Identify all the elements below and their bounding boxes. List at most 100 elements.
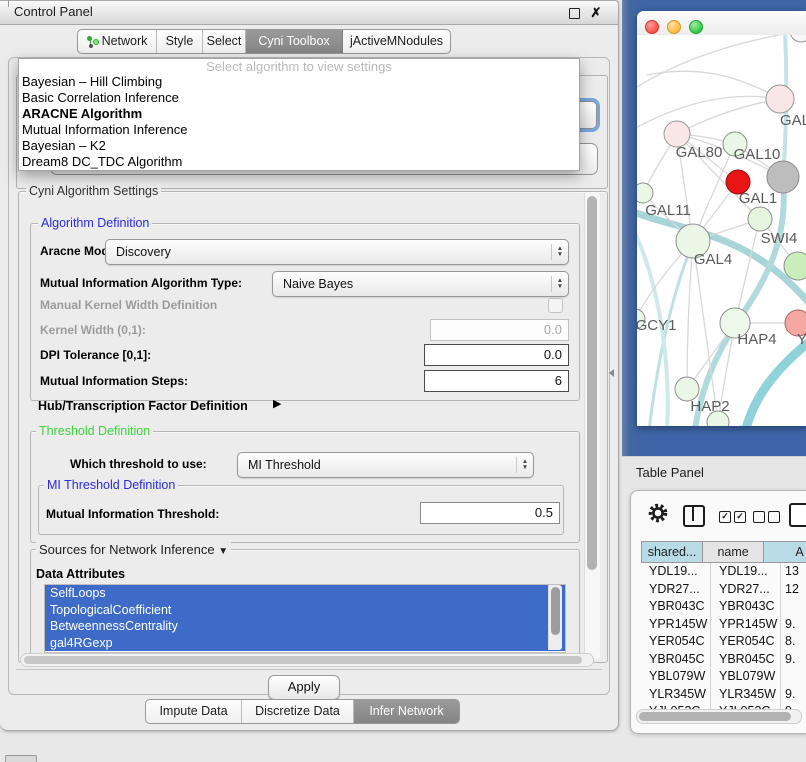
mi-algorithm-type-combo[interactable]: Naive Bayes ▲▼ [272, 271, 569, 297]
algorithm-dropdown-list: Select algorithm to view settings Bayesi… [18, 58, 580, 171]
settings-vertical-scrollbar[interactable] [584, 193, 600, 659]
float-panel-button[interactable] [566, 5, 582, 21]
dropdown-item-basic-correlation-inference[interactable]: Basic Correlation Inference [19, 90, 579, 106]
deselect-all-columns-icon[interactable] [753, 508, 783, 524]
tab-cyni-toolbox[interactable]: Cyni Toolbox [246, 30, 343, 53]
table-scrollbar-thumb[interactable] [639, 712, 791, 721]
network-edge[interactable] [687, 241, 693, 389]
table-cell: 8. [781, 633, 806, 651]
manual-kernel-width-label: Manual Kernel Width Definition [40, 298, 217, 312]
dropdown-item-mutual-information-inference[interactable]: Mutual Information Inference [19, 122, 579, 138]
which-threshold-combo[interactable]: MI Threshold ▲▼ [237, 452, 534, 478]
network-view-window: GALGAL80GAL10GAL11GAL1SWI4GAL4GCY1HAP4YH… [637, 11, 806, 426]
dropdown-item-dream8-dc-tdc-algorithm[interactable]: Dream8 DC_TDC Algorithm [19, 154, 579, 170]
close-panel-button[interactable]: ✗ [588, 5, 604, 21]
node-label-swi4: SWI4 [761, 230, 798, 247]
horizontal-scrollbar-thumb[interactable] [24, 656, 582, 664]
zoom-window-icon[interactable] [689, 20, 703, 34]
settings-scrollbar-thumb[interactable] [587, 196, 597, 570]
network-node-top-partial[interactable] [790, 35, 806, 42]
manual-kernel-width-checkbox[interactable] [548, 298, 563, 313]
tab-style[interactable]: Style [157, 30, 203, 53]
node-label-gal80: GAL80 [676, 144, 723, 161]
stepper-icon: ▲▼ [551, 276, 568, 292]
column-header-shared[interactable]: shared... [642, 542, 703, 562]
tab-label: Infer Network [369, 700, 443, 723]
node-label-gal: GAL [780, 112, 806, 129]
table-row[interactable]: YDR27...YDR27...12 [641, 581, 806, 599]
tab-discretize-data[interactable]: Discretize Data [242, 700, 354, 723]
column-header-a[interactable]: A [764, 542, 806, 562]
network-node-gray-node[interactable] [767, 161, 799, 193]
attribute-item-gal4rgexp[interactable]: gal4RGexp [45, 635, 565, 652]
expand-right-icon[interactable]: ▶ [273, 397, 281, 410]
network-node-gal11[interactable] [637, 183, 653, 203]
network-node-gal7[interactable] [766, 85, 794, 113]
table-row[interactable]: YLR345WYLR345W9. [641, 686, 806, 704]
network-edge[interactable] [647, 71, 780, 99]
table-row[interactable]: YBR045CYBR045C9. [641, 651, 806, 669]
network-node-swi4[interactable] [784, 252, 806, 280]
table-panel-header: Table Panel [622, 456, 806, 489]
table-cell: 9. [781, 616, 806, 634]
dropdown-item-bayesian-hill-climbing[interactable]: Bayesian – Hill Climbing [19, 74, 579, 90]
network-edge[interactable] [745, 337, 806, 426]
algorithm-definition-title: Algorithm Definition [38, 216, 152, 230]
node-label-gal1: GAL1 [739, 190, 777, 207]
apply-button[interactable]: Apply [268, 675, 340, 700]
tab-infer-network[interactable]: Infer Network [354, 700, 459, 723]
node-label-gal11: GAL11 [645, 202, 691, 219]
table-cell: YDL19... [641, 563, 711, 581]
new-table-icon[interactable] [789, 503, 806, 527]
table-row[interactable]: YBL079WYBL079W [641, 668, 806, 686]
unchecked-box-icon [753, 511, 765, 523]
network-edge[interactable] [637, 35, 801, 90]
splitter-collapse-arrow[interactable] [609, 369, 614, 377]
float-window-icon [569, 8, 580, 19]
gear-icon[interactable] [647, 502, 669, 524]
kernel-width-field[interactable]: 0.0 [430, 319, 569, 341]
table-row[interactable]: YBR043CYBR043C [641, 598, 806, 616]
tab-select[interactable]: Select [203, 30, 246, 53]
network-window-titlebar [637, 11, 806, 35]
mi-threshold-field[interactable]: 0.5 [420, 502, 560, 524]
control-panel-titlebar: Control Panel ✗ [0, 1, 618, 25]
dropdown-item-aracne-algorithm[interactable]: ARACNE Algorithm [19, 106, 579, 122]
aracne-mode-value: Discovery [106, 245, 551, 259]
settings-horizontal-scrollbar[interactable] [20, 653, 594, 667]
network-canvas[interactable]: GALGAL80GAL10GAL11GAL1SWI4GAL4GCY1HAP4YH… [637, 35, 806, 426]
attribute-item-topologicalcoefficient[interactable]: TopologicalCoefficient [45, 602, 565, 619]
dpi-tolerance-label: DPI Tolerance [0,1]: [40, 348, 151, 362]
bottom-corner-widget[interactable] [5, 755, 37, 762]
network-node-gal1[interactable] [748, 207, 772, 231]
tab-jactivemnodules[interactable]: jActiveMNodules [343, 30, 450, 53]
table-horizontal-scrollbar[interactable] [636, 709, 802, 724]
table-row[interactable]: YDL19...YDL19...13 [641, 563, 806, 581]
table-cell: YBL079W [711, 668, 781, 686]
tab-impute-data[interactable]: Impute Data [146, 700, 242, 723]
hub-definition-label[interactable]: Hub/Transcription Factor Definition [38, 399, 248, 413]
column-header-name[interactable]: name [703, 542, 764, 562]
aracne-mode-combo[interactable]: Discovery ▲▼ [105, 239, 569, 265]
attribute-item-selfloops[interactable]: SelfLoops [45, 585, 565, 602]
close-window-icon[interactable] [645, 20, 659, 34]
table-cell: 12 [781, 581, 806, 599]
mi-steps-field[interactable]: 6 [424, 370, 569, 392]
control-panel-tab-bar: NetworkStyleSelectCyni ToolboxjActiveMNo… [77, 29, 451, 54]
dropdown-item-bayesian-k2[interactable]: Bayesian – K2 [19, 138, 579, 154]
sources-group-title[interactable]: Sources for Network Inference ▼ [36, 542, 231, 557]
select-all-columns-icon[interactable]: ✓ ✓ [719, 508, 749, 524]
node-table: shared...nameA YDL19...YDL19...13YDR27..… [641, 541, 806, 721]
minimize-window-icon[interactable] [667, 20, 681, 34]
table-row[interactable]: YER054CYER054C8. [641, 633, 806, 651]
tab-network[interactable]: Network [78, 30, 157, 53]
attribute-item-betweennesscentrality[interactable]: BetweennessCentrality [45, 618, 565, 635]
attributes-scrollbar-thumb[interactable] [551, 587, 560, 635]
attributes-list-scrollbar[interactable] [548, 585, 562, 650]
network-edge[interactable] [637, 96, 780, 130]
table-cell: YLR345W [641, 686, 711, 704]
dpi-tolerance-field[interactable]: 0.0 [424, 344, 569, 366]
table-row[interactable]: YPR145WYPR145W9. [641, 616, 806, 634]
data-attributes-list[interactable]: SelfLoopsTopologicalCoefficientBetweenne… [44, 584, 566, 653]
columns-icon[interactable] [683, 505, 705, 527]
